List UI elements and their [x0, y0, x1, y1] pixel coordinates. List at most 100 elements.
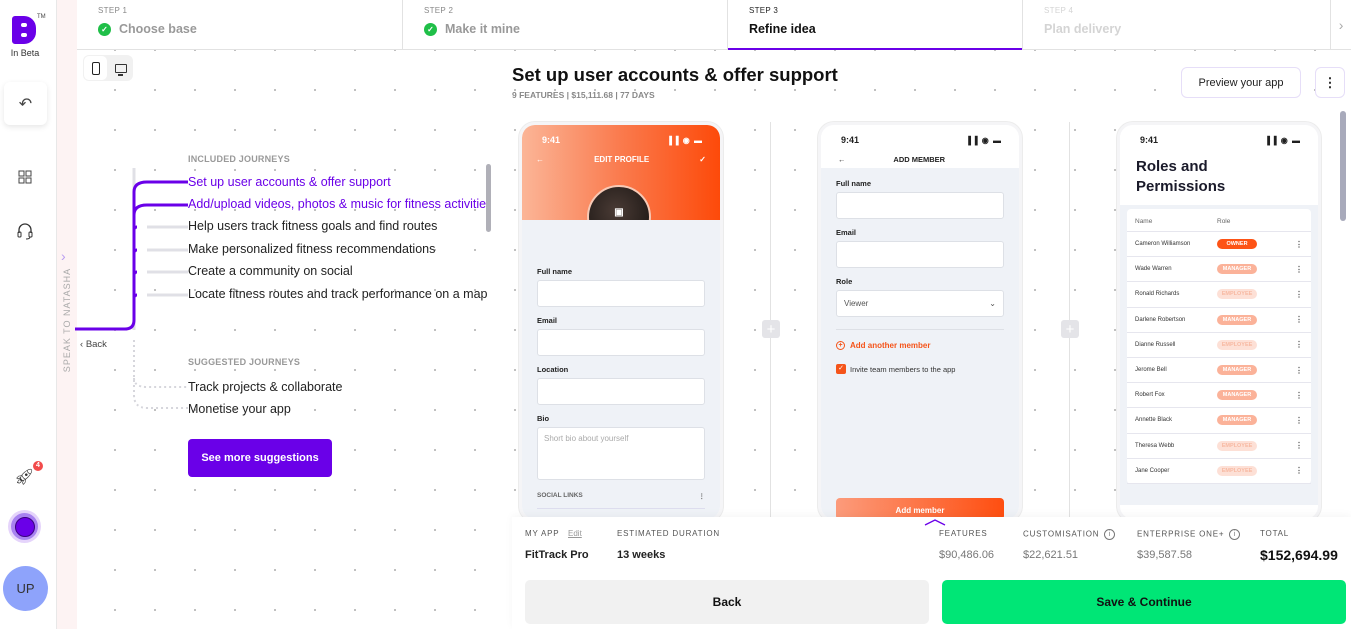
field-label: Email	[836, 228, 857, 237]
user-avatar[interactable]: UP	[3, 566, 48, 611]
step-choose-base[interactable]: STEP 1 ✓ Choose base	[77, 0, 403, 50]
dashboard-grid-icon	[18, 170, 32, 184]
suggested-journey-item[interactable]: Monetise your app	[188, 402, 490, 416]
role-badge: MANAGER	[1217, 264, 1257, 275]
step-make-it-mine[interactable]: STEP 2 ✓ Make it mine	[403, 0, 728, 50]
suggested-journey-item[interactable]: Track projects & collaborate	[188, 380, 490, 394]
column-header-role: Role	[1217, 218, 1231, 225]
notification-badge: 4	[33, 461, 43, 471]
check-circle-icon: ✓	[423, 22, 437, 36]
customisation-cost: $22,621.51	[1023, 549, 1079, 561]
journey-item[interactable]: Locate fitness routes and track performa…	[188, 287, 490, 301]
journey-item[interactable]: Make personalized fitness recommendation…	[188, 242, 490, 256]
role-badge: MANAGER	[1217, 365, 1257, 376]
info-icon[interactable]: i	[1104, 529, 1116, 540]
features-cost: $90,486.06	[939, 549, 995, 561]
role-row: Jerome Bell MANAGER ⋮	[1127, 358, 1311, 384]
assistant-orb-button[interactable]	[8, 510, 41, 543]
add-screen-button[interactable]: +	[762, 320, 780, 338]
screen-add-member[interactable]: 9:41 ▐▐ ◉ ▬ ← ADD MEMBER Full name Email R…	[818, 122, 1022, 522]
brand-logo[interactable]: TM	[12, 14, 46, 46]
edit-app-link[interactable]: Edit	[568, 529, 582, 538]
duration-value: 13 weeks	[617, 549, 666, 561]
add-another-member-link: + Add another member	[836, 329, 1004, 350]
check-icon: ✓	[699, 155, 706, 164]
step-refine-idea[interactable]: STEP 3 Refine idea	[727, 0, 1024, 50]
full-name-field	[836, 192, 1004, 219]
role-row: Darlene Robertson MANAGER ⋮	[1127, 308, 1311, 333]
role-row: Wade Warren MANAGER ⋮	[1127, 257, 1311, 283]
status-signal-icons: ▐▐ ◉ ▬	[1264, 135, 1301, 145]
save-continue-button[interactable]: Save & Continue	[942, 580, 1346, 624]
device-view-toggle	[83, 55, 133, 81]
field-label: Email	[537, 316, 558, 325]
kebab-menu-icon: ⋮	[1295, 239, 1303, 249]
see-more-suggestions-button[interactable]: See more suggestions	[188, 439, 332, 477]
headset-support-icon	[17, 223, 33, 240]
camera-icon: ▣	[614, 206, 624, 218]
total-label: TOTAL	[1260, 529, 1290, 538]
step-plan-delivery[interactable]: STEP 4 Plan delivery	[1023, 0, 1332, 50]
journeys-scrollbar[interactable]	[486, 164, 491, 232]
field-label: Bio	[537, 414, 550, 423]
speak-to-natasha-tab[interactable]: SPEAK TO NATASHA	[59, 250, 75, 390]
undo-button[interactable]: ↶	[4, 82, 47, 125]
kebab-menu-icon: ⋮	[1323, 74, 1337, 90]
field-label: Role	[836, 277, 853, 286]
my-app-label: MY APP	[525, 529, 560, 538]
dashboard-button[interactable]	[14, 166, 36, 188]
journey-item[interactable]: Help users track fitness goals and find …	[188, 219, 490, 233]
journey-item[interactable]: Add/upload videos, photos & music for fi…	[188, 197, 490, 211]
mobile-view-button[interactable]	[84, 56, 107, 80]
included-journeys-heading: INCLUDED JOURNEYS	[188, 154, 290, 164]
enterprise-label: ENTERPRISE ONE+ i	[1137, 529, 1241, 540]
expand-summary-caret-icon[interactable]	[923, 518, 947, 526]
email-field	[537, 329, 705, 356]
canvas-scrollbar[interactable]	[1340, 111, 1346, 221]
desktop-view-button[interactable]	[109, 56, 132, 80]
journey-item[interactable]: Set up user accounts & offer support	[188, 175, 490, 189]
role-row: Ronald Richards EMPLOYEE ⋮	[1127, 282, 1311, 308]
step-title: Plan delivery	[1044, 22, 1122, 36]
role-badge: MANAGER	[1217, 390, 1257, 401]
preview-app-button[interactable]: Preview your app	[1181, 67, 1301, 98]
bio-field: Short bio about yourself	[537, 427, 705, 480]
kebab-menu-icon: ⋮	[1295, 264, 1303, 274]
enterprise-cost: $39,587.58	[1137, 549, 1193, 561]
step-number: STEP 4	[1044, 6, 1074, 15]
member-name: Ronald Richards	[1135, 291, 1180, 298]
plus-icon: +	[766, 320, 776, 338]
app-name: FitTrack Pro	[525, 549, 589, 561]
support-button[interactable]	[14, 220, 36, 242]
member-name: Robert Fox	[1135, 392, 1165, 399]
kebab-menu-icon: ⋮	[1295, 315, 1303, 325]
add-screen-button[interactable]: +	[1061, 320, 1079, 338]
chevron-right-icon[interactable]: ›	[61, 248, 66, 264]
rocket-launch-button[interactable]: 🚀︎	[14, 467, 34, 487]
screen-edit-profile[interactable]: 9:41▐▐ ◉ ▬ ←EDIT PROFILE✓ ▣Edit picture …	[519, 122, 723, 522]
journey-summary: 9 FEATURES | $15,111.68 | 77 DAYS	[512, 90, 655, 100]
screen-title: ADD MEMBER	[893, 155, 946, 164]
back-button[interactable]: Back	[525, 580, 929, 624]
rocket-icon: 🚀︎	[14, 469, 35, 486]
checkbox-checked-icon: ✓	[836, 364, 846, 374]
back-arrow-icon: ←	[536, 155, 544, 164]
back-arrow-icon: ←	[838, 155, 846, 164]
role-select: Viewer ⌄	[836, 290, 1004, 317]
screen-roles-permissions[interactable]: 9:41 ▐▐ ◉ ▬ Roles and Permissions Name Rol…	[1117, 122, 1321, 522]
journey-item[interactable]: Create a community on social	[188, 264, 490, 278]
step-number: STEP 3	[748, 6, 779, 15]
total-cost: $152,694.99	[1260, 547, 1338, 563]
more-options-button[interactable]: ⋮	[1315, 67, 1345, 98]
edit-profile-header: 9:41▐▐ ◉ ▬ ←EDIT PROFILE✓ ▣Edit picture	[522, 125, 720, 249]
stepper-next-button[interactable]: ›	[1331, 0, 1351, 49]
email-field	[836, 241, 1004, 268]
member-name: Cameron Williamson	[1135, 241, 1191, 248]
member-name: Jane Cooper	[1135, 467, 1170, 474]
info-icon[interactable]: i	[1229, 529, 1241, 540]
role-badge: EMPLOYEE	[1217, 339, 1257, 350]
field-label: Location	[537, 365, 569, 374]
add-another-label: Add another member	[850, 341, 931, 350]
undo-icon: ↶	[18, 95, 33, 113]
back-link[interactable]: ‹ Back	[80, 339, 107, 350]
